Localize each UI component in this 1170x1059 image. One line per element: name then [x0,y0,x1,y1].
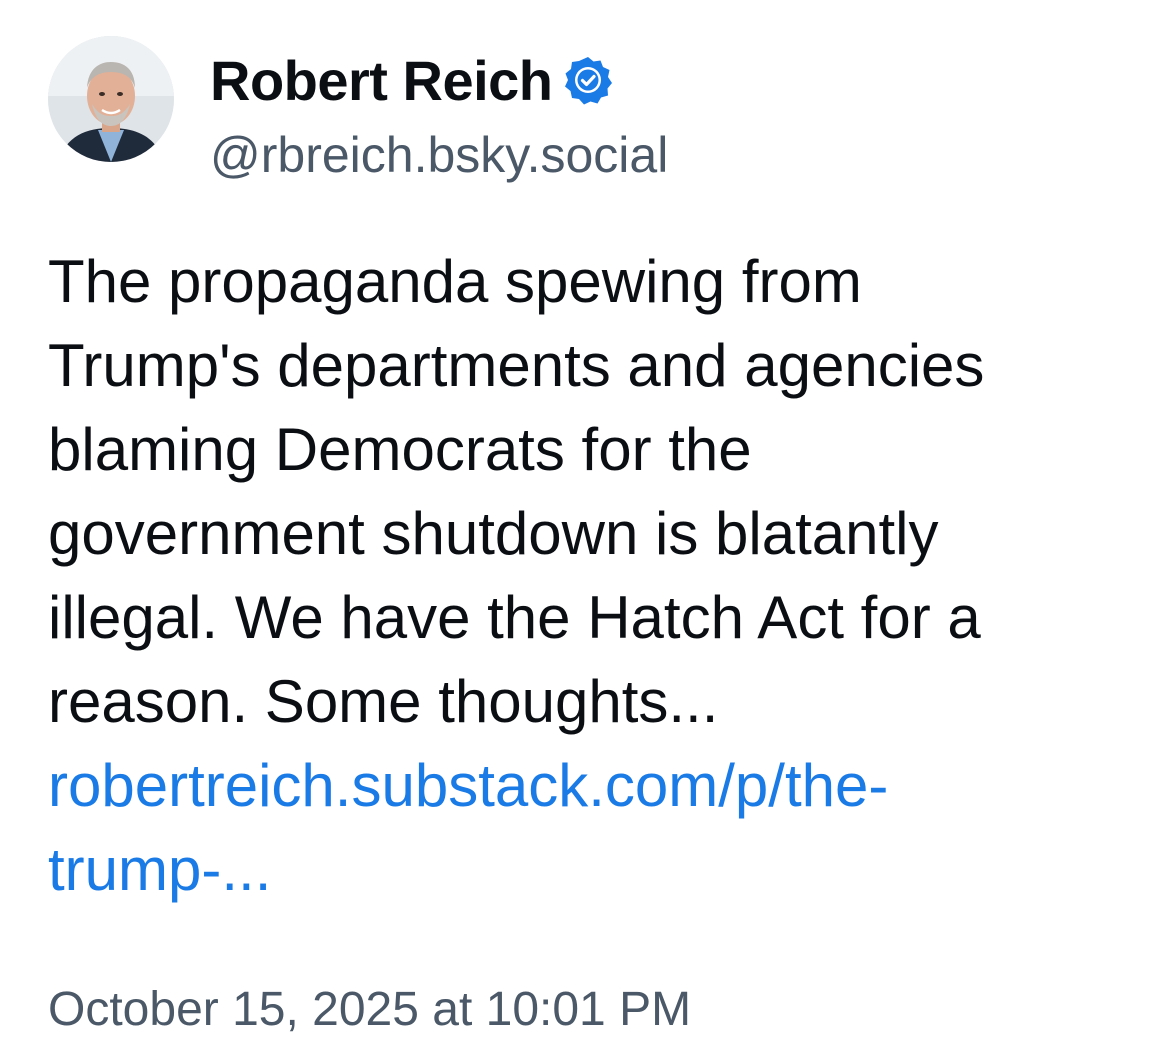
author-display-name[interactable]: Robert Reich [210,48,553,113]
avatar-portrait-icon [48,36,174,162]
author-header: Robert Reich [210,44,613,116]
post-timestamp[interactable]: October 15, 2025 at 10:01 PM [48,982,691,1037]
post-link[interactable]: robertreich.substack.com/p/the- [48,744,1138,828]
post-link-continued[interactable]: trump-... [48,828,1138,912]
post-text-line: The propaganda spewing from [48,248,862,315]
post-text-line: illegal. We have the Hatch Act for a [48,584,981,651]
post-text-line: reason. Some thoughts... [48,668,719,735]
avatar[interactable] [48,36,174,162]
post-body: The propaganda spewing from Trump's depa… [48,240,1138,912]
post-text-line: Trump's departments and agencies [48,332,985,399]
post-text-line: government shutdown is blatantly [48,500,939,567]
verified-badge-icon[interactable] [563,55,613,105]
author-handle[interactable]: @rbreich.bsky.social [210,126,668,184]
post-text-line: blaming Democrats for the [48,416,752,483]
post-card: Robert Reich @rbreich.bsky.social The pr… [0,0,1170,1059]
